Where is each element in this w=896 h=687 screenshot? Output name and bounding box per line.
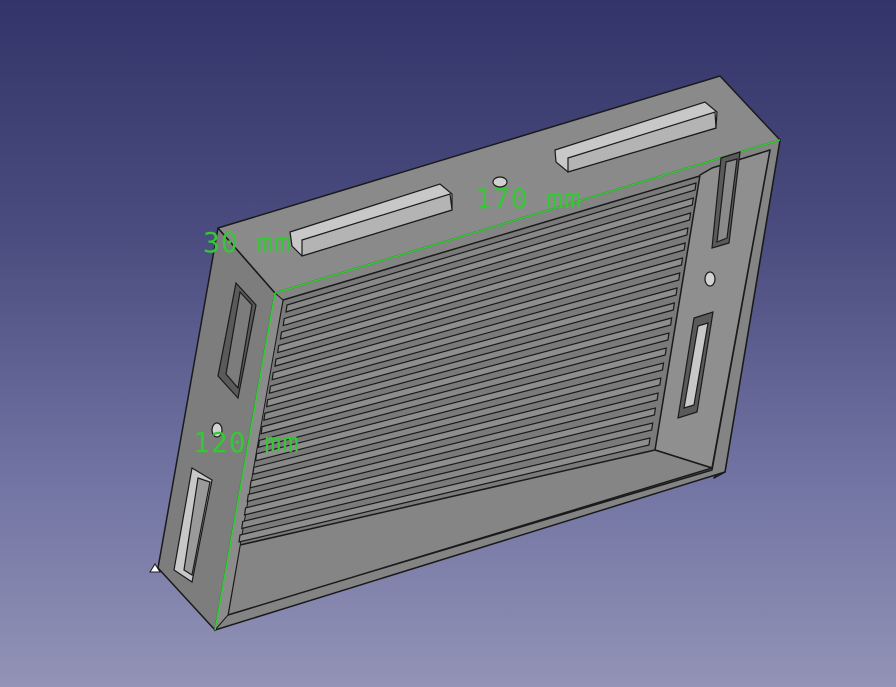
cad-scene[interactable]: 30 mm 170 mm 120 mm (0, 0, 896, 687)
dimension-length-label[interactable]: 170 mm (475, 182, 582, 215)
dimension-depth-label[interactable]: 30 mm (203, 226, 292, 259)
tray-model[interactable] (157, 75, 781, 631)
dimension-width-label[interactable]: 120 mm (193, 426, 300, 459)
3d-viewport[interactable]: 30 mm 170 mm 120 mm (0, 0, 896, 687)
right-screw-hole[interactable] (704, 271, 716, 287)
